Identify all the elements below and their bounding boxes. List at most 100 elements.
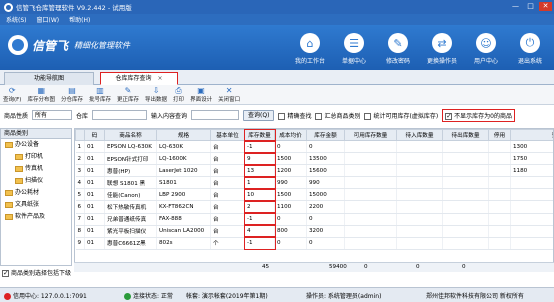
close-window-button[interactable]: ✕ 关闭窗口 [218,86,240,103]
connected-icon [124,292,131,300]
tree-item-office-equipment[interactable]: 办公设备 [1,139,71,151]
layout-design-button[interactable]: ▣ 界面设计 [190,86,212,103]
table-row[interactable]: 3 01 惠普(HP) LaserJet 1020 台 13 1200 15600 1180 [75,163,553,178]
app-logo-icon [4,2,13,12]
table-cell: 2200 [306,200,345,214]
col-pending-out[interactable]: 待出库数量 [442,129,489,141]
table-cell: 0 [274,213,307,226]
menu-help[interactable]: 帮助(H) [69,15,90,24]
table-cell: 惠普(HP) [104,164,157,178]
layout-icon: ▣ [197,86,205,95]
edit-icon: ✎ [124,86,132,95]
content-query-label: 输入内容查询 [151,112,188,120]
tree-item-printer[interactable]: 打印机 [1,151,71,163]
tree-item-scanner[interactable]: 扫描仪 [1,175,71,187]
summary-qty: 45 [262,264,270,270]
col-preset-price[interactable]: 预设售价 [510,129,553,141]
col-index[interactable] [75,129,85,141]
available-stock-checkbox[interactable]: 统计可用库存(虚拟库存) [364,111,438,120]
nav-change-password[interactable]: ✎ 修改密码 [376,27,420,67]
category-tree: 商品类别 办公设备 打印机 传真机 扫描仪 办公耗材 文具纸张 软件产品及 [0,128,72,266]
col-avg-cost[interactable]: 成本均价 [274,129,307,141]
table-cell: 802s [156,237,211,250]
brand-logo-icon [8,35,28,55]
close-button[interactable]: ✕ [539,2,552,11]
table-cell: 01 [84,152,105,166]
table-summary-row: 45 59400 0 0 0 [74,262,554,272]
nav-workbench[interactable]: ⌂ 我的工作台 [288,27,332,67]
distribution-button[interactable]: ▦ 库存分布图 [27,86,55,103]
menu-system[interactable]: 系统(S) [6,15,27,24]
table-cell [488,237,511,250]
table-cell: 台 [210,200,245,214]
table-cell: EPSON针式打印 [104,152,157,166]
table-cell: LQ-1600K [156,152,211,166]
tree-item-fax[interactable]: 传真机 [1,163,71,175]
table-cell: 台 [210,188,245,202]
status-company: 郑州佳邦软件科技有限公司 新权所有 [426,292,524,300]
table-cell: 个 [210,237,245,250]
tab-inventory-query[interactable]: 仓库库存查询 × [100,72,178,85]
nav-switch-operator[interactable]: ⇄ 更换操作员 [420,27,464,67]
exact-search-checkbox[interactable]: 精确查找 [278,111,311,120]
table-row[interactable]: 7 01 兄弟普通纸传真 FAX-888 台 -1 0 0 [75,212,553,227]
tree-item-software[interactable]: 软件产品及 [1,211,71,223]
col-stock-qty[interactable]: 库存数量 [243,129,276,142]
col-unit[interactable]: 基本单位 [210,129,245,141]
hide-zero-stock-checkbox[interactable]: 不显示库存为0的商品 [442,108,515,122]
print-button[interactable]: ⎙ 打印 [173,86,184,103]
export-button[interactable]: ⇩ 导出数据 [145,86,167,103]
nav-exit[interactable]: ⏻ 退出系统 [508,27,552,67]
content-query-input[interactable] [191,110,240,120]
table-cell [488,164,511,178]
minimize-button[interactable]: — [509,2,522,11]
nav-user-center[interactable]: ☺ 用户中心 [464,27,508,67]
documents-icon: ☰ [344,33,364,53]
folder-icon [15,177,23,184]
table-cell: 台 [210,225,245,238]
table-row[interactable]: 8 01 紫光平板扫描仪 Uniscan LA2000 台 4 800 3200 [75,224,553,239]
table-cell: 台 [210,176,245,190]
tree-item-stationery[interactable]: 文具纸张 [1,199,71,211]
col-available-qty[interactable]: 可用库存数量 [344,129,397,141]
include-subcategory-checkbox[interactable]: 商品类别选择包括下级 [2,268,71,277]
table-cell [488,176,511,190]
warehouse-icon: ▤ [68,86,76,95]
status-connection: 连接状态: 正常 [124,291,186,300]
col-spec[interactable]: 规格 [156,129,211,141]
menu-window[interactable]: 窗口(W) [37,15,60,24]
correct-stock-button[interactable]: ✎ 更正库存 [117,86,139,103]
col-stock-amount[interactable]: 库存金额 [306,129,345,141]
query-submit-button[interactable]: 查询(Q) [243,109,275,121]
batch-stock-button[interactable]: ▥ 批号库存 [89,86,111,103]
table-cell: LQ-630K [156,140,211,154]
table-row[interactable]: 6 01 松下热敏传真机 KX-FT862CN 台 2 1100 2200 [75,199,553,215]
col-disabled[interactable]: 停用 [488,129,511,141]
table-cell: 5 [75,188,85,202]
table-cell: 1180 [510,164,553,178]
col-name[interactable]: 商品名称 [104,129,157,141]
table-row[interactable]: 5 01 佳能(Canon) LBP 2900 台 10 1500 15000 [75,187,553,202]
table-cell [344,188,397,202]
table-cell [396,176,443,190]
product-nature-select[interactable]: 所有 [32,110,73,120]
maximize-button[interactable]: □ [524,2,537,11]
col-pending-in[interactable]: 待入库数量 [396,129,443,141]
table-cell [442,200,489,214]
summary-category-checkbox[interactable]: 汇总商品类别 [315,111,360,120]
table-row[interactable]: 1 01 EPSON LQ-630K LQ-630K 台 -1 0 0 1300 [75,139,553,154]
table-row[interactable]: 4 01 联想 S1801 黑 S1801 台 1 990 990 [75,175,553,190]
table-cell: 2 [243,199,276,215]
col-code[interactable]: 码 [84,129,105,141]
tab-function-map[interactable]: 功能导航图 [4,72,94,85]
warehouse-stock-button[interactable]: ▤ 分仓库存 [61,86,83,103]
table-row[interactable]: 2 01 EPSON针式打印 LQ-1600K 台 9 1500 13500 1750 [75,151,553,166]
nav-documents[interactable]: ☰ 单据中心 [332,27,376,67]
tab-close-icon[interactable]: × [157,75,162,82]
table-row[interactable]: 9 01 惠普C6661Z黑 802s 个 -1 0 0 [75,236,553,251]
warehouse-input[interactable] [92,110,148,120]
table-cell [442,164,489,178]
table-cell [488,213,511,226]
tree-item-consumables[interactable]: 办公耗材 [1,187,71,199]
query-button[interactable]: ⟳ 查询(F) [3,86,21,103]
